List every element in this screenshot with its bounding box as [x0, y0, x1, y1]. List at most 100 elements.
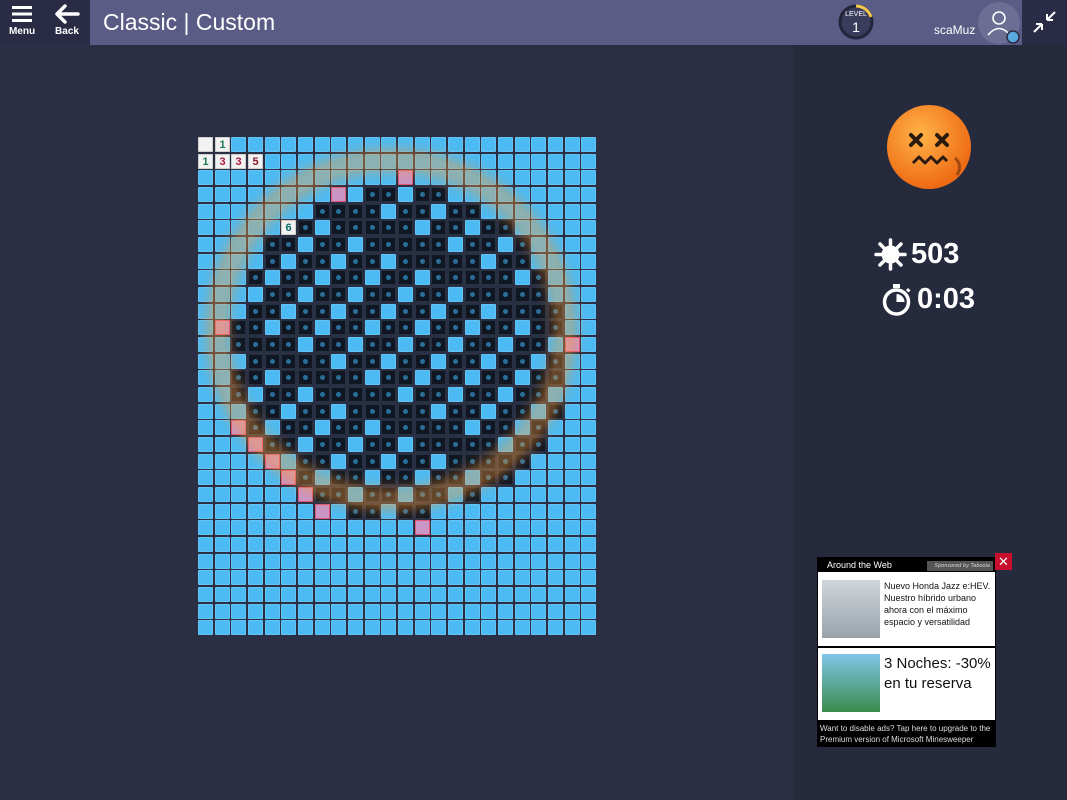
mine-cell[interactable] [531, 304, 546, 319]
mine-cell[interactable] [315, 437, 330, 452]
covered-cell[interactable] [565, 454, 580, 469]
covered-cell[interactable] [565, 487, 580, 502]
covered-cell[interactable] [215, 387, 230, 402]
covered-cell[interactable] [215, 554, 230, 569]
covered-cell[interactable] [265, 570, 280, 585]
mine-cell[interactable] [448, 254, 463, 269]
covered-cell[interactable] [198, 604, 213, 619]
mine-cell[interactable] [248, 337, 263, 352]
covered-cell[interactable] [198, 170, 213, 185]
covered-cell[interactable] [298, 504, 313, 519]
covered-cell[interactable] [348, 537, 363, 552]
mine-cell[interactable] [365, 237, 380, 252]
mine-cell[interactable] [498, 320, 513, 335]
covered-cell[interactable] [331, 504, 346, 519]
mine-cell[interactable] [315, 254, 330, 269]
covered-cell[interactable] [315, 570, 330, 585]
mine-cell[interactable] [531, 287, 546, 302]
revealed-cell[interactable]: 3 [215, 154, 230, 169]
covered-cell[interactable] [565, 237, 580, 252]
covered-cell[interactable] [215, 270, 230, 285]
covered-cell[interactable] [531, 137, 546, 152]
mine-cell[interactable] [481, 420, 496, 435]
mine-cell[interactable] [281, 437, 296, 452]
covered-cell[interactable] [531, 154, 546, 169]
covered-cell[interactable] [381, 170, 396, 185]
covered-cell[interactable] [481, 620, 496, 635]
covered-cell[interactable] [198, 520, 213, 535]
covered-cell[interactable] [315, 137, 330, 152]
covered-cell[interactable] [381, 504, 396, 519]
wrong-flag-cell[interactable] [315, 504, 330, 519]
covered-cell[interactable] [448, 604, 463, 619]
mine-cell[interactable] [415, 454, 430, 469]
covered-cell[interactable] [498, 387, 513, 402]
covered-cell[interactable] [398, 154, 413, 169]
covered-cell[interactable] [265, 537, 280, 552]
covered-cell[interactable] [498, 620, 513, 635]
mine-cell[interactable] [415, 287, 430, 302]
covered-cell[interactable] [198, 220, 213, 235]
covered-cell[interactable] [398, 587, 413, 602]
covered-cell[interactable] [581, 370, 596, 385]
mine-cell[interactable] [298, 220, 313, 235]
covered-cell[interactable] [548, 520, 563, 535]
covered-cell[interactable] [198, 420, 213, 435]
covered-cell[interactable] [565, 570, 580, 585]
mine-cell[interactable] [381, 187, 396, 202]
covered-cell[interactable] [265, 370, 280, 385]
covered-cell[interactable] [215, 604, 230, 619]
mine-cell[interactable] [398, 420, 413, 435]
covered-cell[interactable] [515, 620, 530, 635]
mine-cell[interactable] [498, 454, 513, 469]
mine-cell[interactable] [231, 320, 246, 335]
wrong-flag-cell[interactable] [415, 520, 430, 535]
covered-cell[interactable] [515, 137, 530, 152]
covered-cell[interactable] [298, 387, 313, 402]
mine-cell[interactable] [265, 254, 280, 269]
covered-cell[interactable] [231, 220, 246, 235]
dead-face-icon[interactable] [885, 103, 973, 191]
covered-cell[interactable] [548, 620, 563, 635]
covered-cell[interactable] [231, 287, 246, 302]
mine-cell[interactable] [315, 454, 330, 469]
covered-cell[interactable] [398, 187, 413, 202]
mine-cell[interactable] [465, 387, 480, 402]
covered-cell[interactable] [265, 320, 280, 335]
mine-cell[interactable] [415, 337, 430, 352]
covered-cell[interactable] [215, 220, 230, 235]
covered-cell[interactable] [215, 287, 230, 302]
mine-cell[interactable] [365, 487, 380, 502]
covered-cell[interactable] [198, 470, 213, 485]
covered-cell[interactable] [465, 320, 480, 335]
covered-cell[interactable] [315, 320, 330, 335]
covered-cell[interactable] [365, 137, 380, 152]
mine-cell[interactable] [365, 354, 380, 369]
covered-cell[interactable] [548, 387, 563, 402]
covered-cell[interactable] [415, 137, 430, 152]
covered-cell[interactable] [531, 520, 546, 535]
covered-cell[interactable] [531, 220, 546, 235]
covered-cell[interactable] [515, 220, 530, 235]
covered-cell[interactable] [265, 154, 280, 169]
covered-cell[interactable] [331, 170, 346, 185]
covered-cell[interactable] [348, 237, 363, 252]
covered-cell[interactable] [481, 487, 496, 502]
mine-cell[interactable] [281, 287, 296, 302]
mine-cell[interactable] [515, 254, 530, 269]
covered-cell[interactable] [298, 570, 313, 585]
covered-cell[interactable] [531, 404, 546, 419]
covered-cell[interactable] [498, 170, 513, 185]
covered-cell[interactable] [281, 587, 296, 602]
covered-cell[interactable] [415, 470, 430, 485]
mine-cell[interactable] [531, 420, 546, 435]
covered-cell[interactable] [281, 570, 296, 585]
covered-cell[interactable] [448, 337, 463, 352]
covered-cell[interactable] [198, 554, 213, 569]
covered-cell[interactable] [548, 204, 563, 219]
covered-cell[interactable] [315, 270, 330, 285]
covered-cell[interactable] [448, 587, 463, 602]
covered-cell[interactable] [448, 170, 463, 185]
covered-cell[interactable] [315, 187, 330, 202]
covered-cell[interactable] [281, 504, 296, 519]
